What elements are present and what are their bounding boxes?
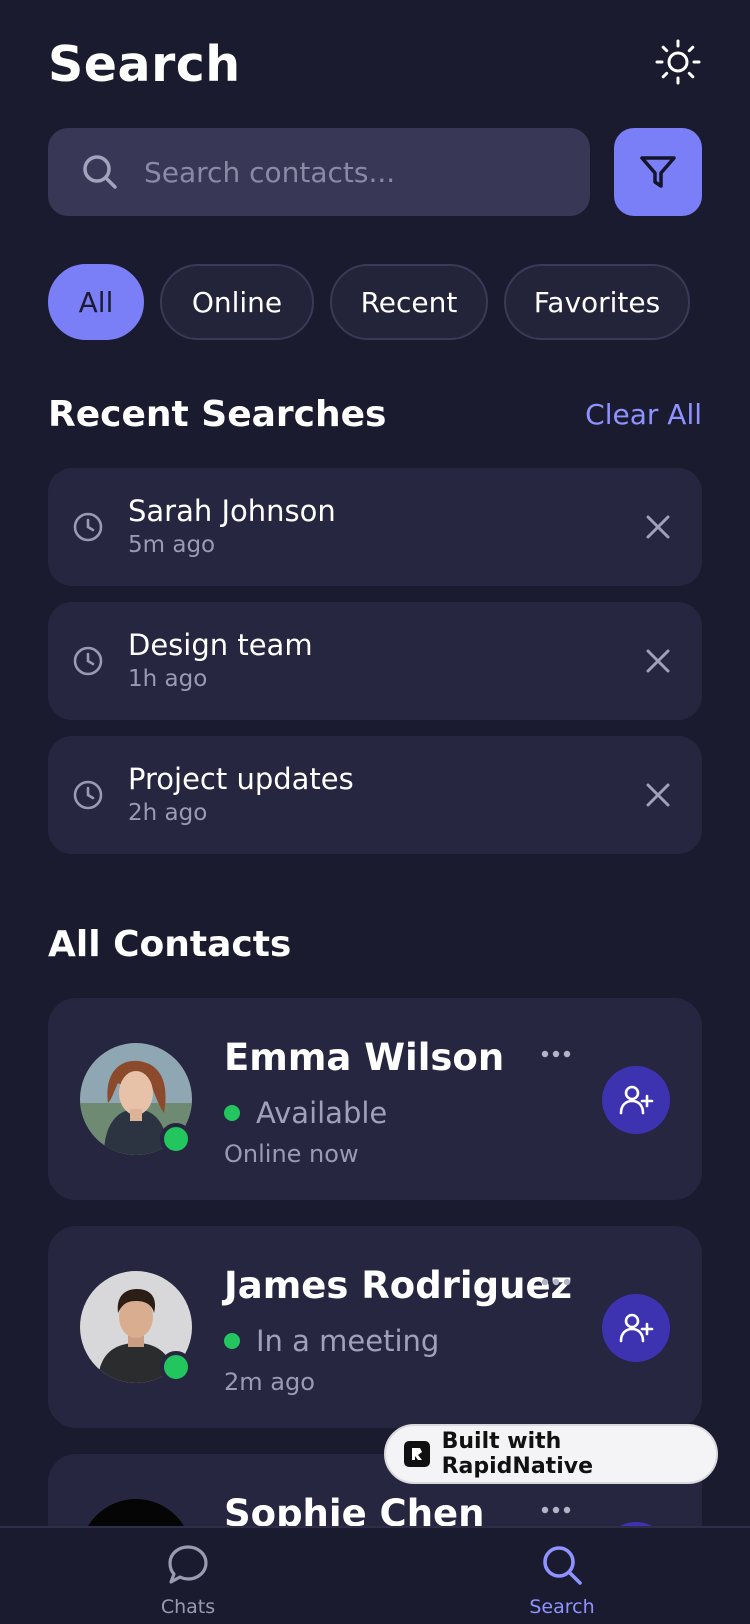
close-icon[interactable] (638, 507, 678, 547)
rapidnative-logo-icon (404, 1441, 430, 1467)
search-icon (83, 155, 117, 189)
clear-all-link[interactable]: Clear All (585, 398, 702, 431)
recent-search-time: 1h ago (128, 666, 208, 692)
nav-item-chats[interactable]: Chats (128, 1542, 248, 1624)
clock-icon (73, 646, 103, 676)
online-indicator (160, 1351, 192, 1383)
page-title: Search (48, 36, 241, 93)
chat-bubble-icon (168, 1545, 208, 1584)
all-contacts-title: All Contacts (48, 924, 292, 965)
filter-chip-favorites[interactable]: Favorites (504, 264, 690, 340)
more-options-icon[interactable] (540, 1500, 572, 1520)
contact-card[interactable]: Emma Wilson Available Online now (48, 998, 702, 1200)
add-contact-button[interactable] (602, 1066, 670, 1134)
status-dot (224, 1333, 240, 1349)
search-bar (48, 128, 590, 216)
filter-icon (640, 156, 676, 188)
filter-chip-recent[interactable]: Recent (330, 264, 488, 340)
user-plus-icon (619, 1313, 654, 1343)
nav-item-search[interactable]: Search (502, 1542, 622, 1624)
theme-toggle-button[interactable] (654, 38, 702, 86)
more-options-icon[interactable] (540, 1044, 572, 1064)
built-with-badge[interactable]: Built with RapidNative (384, 1424, 718, 1484)
sun-icon (655, 39, 701, 85)
contact-status-text: In a meeting (256, 1324, 440, 1358)
recent-search-time: 5m ago (128, 532, 216, 558)
close-icon[interactable] (638, 775, 678, 815)
clock-icon (73, 780, 103, 810)
badge-label: Built with RapidNative (441, 1429, 593, 1479)
contact-last-seen: Online now (224, 1140, 359, 1168)
filter-chip-online[interactable]: Online (160, 264, 314, 340)
search-screen: Search All Online Re (0, 0, 750, 1624)
contact-card[interactable]: James Rodriguez In a meeting 2m ago (48, 1226, 702, 1428)
nav-label-search: Search (529, 1596, 595, 1618)
recent-search-label: Sarah Johnson (128, 494, 336, 528)
bottom-nav: Chats Search (0, 1526, 750, 1624)
nav-label-chats: Chats (160, 1596, 216, 1618)
add-contact-button[interactable] (602, 1294, 670, 1362)
contact-name: Emma Wilson (224, 1036, 505, 1079)
close-icon[interactable] (638, 641, 678, 681)
clock-icon (73, 512, 103, 542)
contact-last-seen: 2m ago (224, 1368, 315, 1396)
recent-searches-title: Recent Searches (48, 394, 387, 435)
recent-search-time: 2h ago (128, 800, 208, 826)
status-dot (224, 1105, 240, 1121)
header: Search (48, 30, 702, 100)
recent-search-item[interactable]: Design team 1h ago (48, 602, 702, 720)
search-input[interactable] (144, 148, 564, 196)
user-plus-icon (619, 1085, 654, 1115)
recent-search-item[interactable]: Project updates 2h ago (48, 736, 702, 854)
recent-search-label: Project updates (128, 762, 354, 796)
contact-status: In a meeting (224, 1324, 439, 1358)
recent-search-item[interactable]: Sarah Johnson 5m ago (48, 468, 702, 586)
contact-name: James Rodriguez (224, 1264, 573, 1307)
contact-status: Available (224, 1096, 387, 1130)
online-indicator (160, 1123, 192, 1155)
filter-chip-all[interactable]: All (48, 264, 144, 340)
more-options-icon[interactable] (540, 1272, 572, 1292)
search-icon (543, 1546, 582, 1585)
filter-button[interactable] (614, 128, 702, 216)
recent-search-label: Design team (128, 628, 313, 662)
contact-status-text: Available (256, 1096, 388, 1130)
